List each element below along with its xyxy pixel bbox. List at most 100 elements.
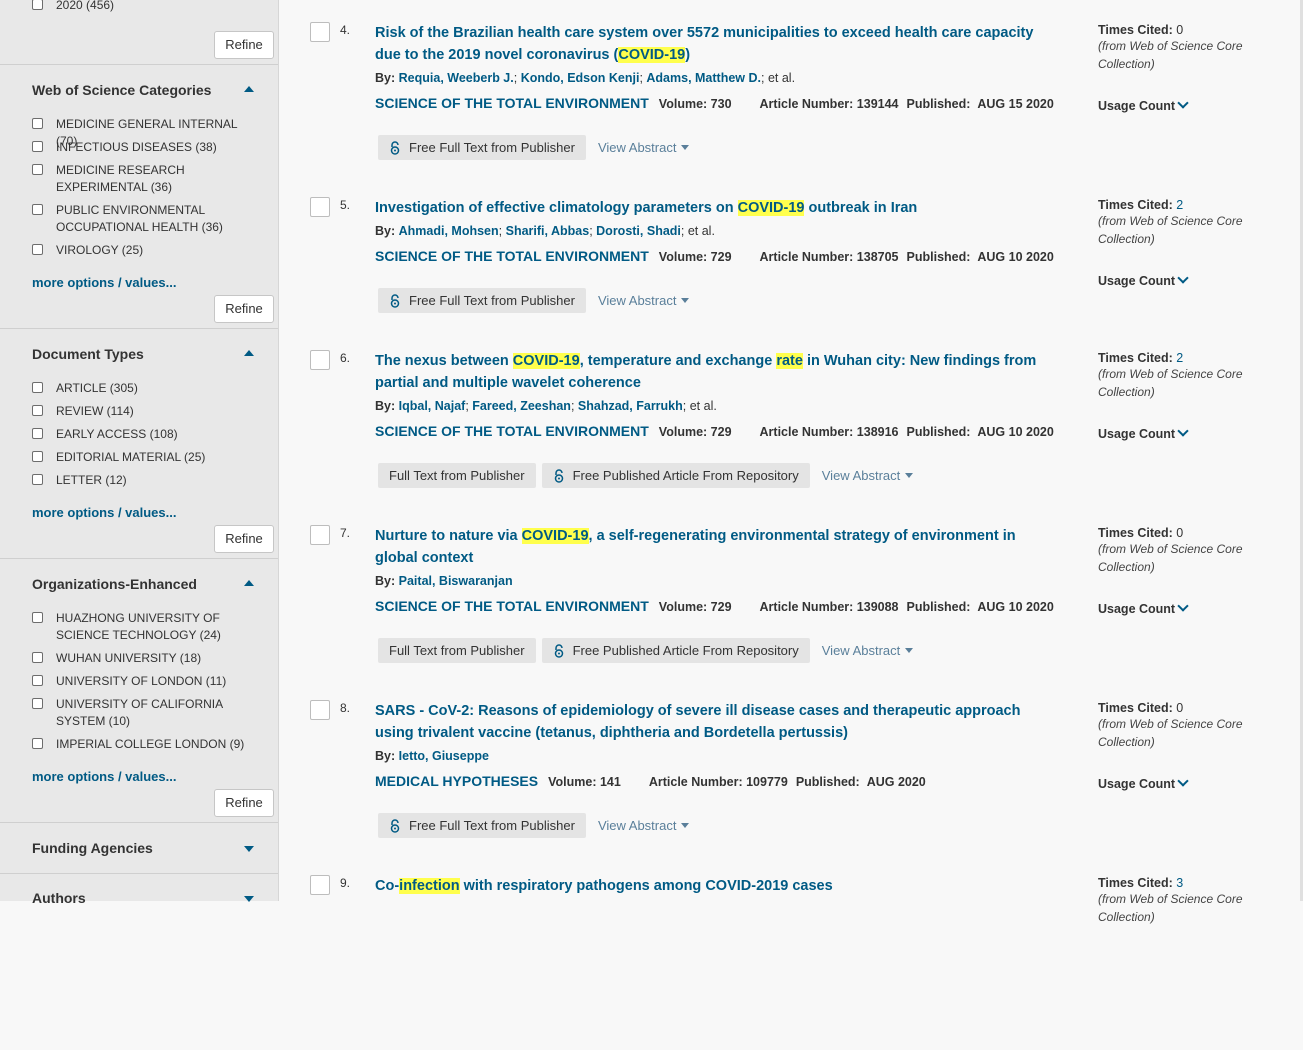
checkbox[interactable] [32,675,43,686]
filter-item[interactable]: MEDICINE RESEARCH EXPERIMENTAL (36) [32,162,272,196]
filter-item[interactable]: EARLY ACCESS (108) [32,426,272,443]
checkbox[interactable] [32,204,43,215]
filter-item[interactable]: WUHAN UNIVERSITY (18) [32,650,272,667]
usage-count-toggle[interactable]: Usage Count [1098,425,1189,441]
view-abstract-toggle[interactable]: View Abstract [598,818,690,833]
checkbox[interactable] [32,0,43,10]
free-full-text-button[interactable]: Free Full Text from Publisher [378,813,586,838]
filter-item[interactable]: UNIVERSITY OF LONDON (11) [32,673,272,690]
cited-source-note: (from Web of Science Core Collection) [1098,542,1243,574]
author-link[interactable]: Paital, Biswaranjan [399,574,513,588]
checkbox[interactable] [32,428,43,439]
checkbox[interactable] [32,612,43,623]
filter-item[interactable]: PUBLIC ENVIRONMENTAL OCCUPATIONAL HEALTH… [32,202,272,236]
expand-caret-icon[interactable] [244,896,254,902]
filter-item[interactable]: UNIVERSITY OF CALIFORNIA SYSTEM (10) [32,696,272,730]
author-link[interactable]: Dorosti, Shadi [596,224,681,238]
collapse-caret-icon[interactable] [244,580,254,586]
journal-link[interactable]: SCIENCE OF THE TOTAL ENVIRONMENT [375,95,649,111]
author-link[interactable]: Requia, Weeberb J. [399,71,514,85]
refine-button[interactable]: Refine [214,31,274,59]
record-title-link[interactable]: Nurture to nature via COVID-19, a self-r… [375,525,1055,569]
checkbox[interactable] [32,244,43,255]
checkbox[interactable] [32,474,43,485]
record-checkbox[interactable] [310,875,330,895]
filter-item[interactable]: LETTER (12) [32,472,272,489]
filter-item-year[interactable]: 2020 (456) [32,0,272,14]
author-link[interactable]: Shahzad, Farrukh [578,399,683,413]
times-cited-value[interactable]: 3 [1176,876,1183,890]
filter-item[interactable]: ARTICLE (305) [32,380,272,397]
author-link[interactable]: Ahmadi, Mohsen [399,224,499,238]
author-link[interactable]: Adams, Matthew D. [646,71,761,85]
filter-item[interactable]: VIROLOGY (25) [32,242,272,259]
journal-link[interactable]: SCIENCE OF THE TOTAL ENVIRONMENT [375,423,649,439]
record-checkbox[interactable] [310,525,330,545]
collapse-caret-icon[interactable] [244,350,254,356]
journal-link[interactable]: SCIENCE OF THE TOTAL ENVIRONMENT [375,248,649,264]
chevron-down-icon [1177,600,1189,612]
author-link[interactable]: Sharifi, Abbas [506,224,590,238]
published-label: Published: [906,425,971,439]
collapse-caret-icon[interactable] [244,86,254,92]
journal-link[interactable]: MEDICAL HYPOTHESES [375,773,538,789]
usage-count-toggle[interactable]: Usage Count [1098,97,1189,113]
free-repo-button[interactable]: Free Published Article From Repository [541,638,810,663]
filter-item[interactable]: HUAZHONG UNIVERSITY OF SCIENCE TECHNOLOG… [32,610,272,644]
full-text-button[interactable]: Full Text from Publisher [378,463,536,488]
journal-link[interactable]: SCIENCE OF THE TOTAL ENVIRONMENT [375,598,649,614]
panel-title-authors[interactable]: Authors [32,890,86,906]
view-abstract-toggle[interactable]: View Abstract [822,468,914,483]
usage-count-toggle[interactable]: Usage Count [1098,600,1189,616]
more-options-link[interactable]: more options / values... [32,769,176,784]
record-title-link[interactable]: The nexus between COVID-19, temperature … [375,350,1055,394]
author-link[interactable]: Ietto, Giuseppe [399,749,489,763]
full-text-button[interactable]: Full Text from Publisher [378,638,536,663]
author-link[interactable]: Kondo, Edson Kenji [521,71,640,85]
checkbox[interactable] [32,382,43,393]
panel-title-funding[interactable]: Funding Agencies [32,840,153,856]
checkbox[interactable] [32,141,43,152]
checkbox[interactable] [32,405,43,416]
checkbox[interactable] [32,738,43,749]
refine-button[interactable]: Refine [214,295,274,323]
expand-caret-icon[interactable] [244,846,254,852]
record-title-link[interactable]: Risk of the Brazilian health care system… [375,22,1055,66]
published-value: AUG 10 2020 [977,425,1054,439]
free-repo-button[interactable]: Free Published Article From Repository [541,463,810,488]
author-link[interactable]: Iqbal, Najaf [399,399,466,413]
more-options-link[interactable]: more options / values... [32,505,176,520]
checkbox[interactable] [32,118,43,129]
refine-button[interactable]: Refine [214,789,274,817]
checkbox[interactable] [32,164,43,175]
free-full-text-button[interactable]: Free Full Text from Publisher [378,135,586,160]
record-authors: By: Requia, Weeberb J.; Kondo, Edson Ken… [375,71,796,85]
record-title-link[interactable]: Co-infection with respiratory pathogens … [375,875,1055,897]
filter-item[interactable]: EDITORIAL MATERIAL (25) [32,449,272,466]
times-cited-value[interactable]: 2 [1176,351,1183,365]
filter-item[interactable]: REVIEW (114) [32,403,272,420]
free-full-text-button[interactable]: Free Full Text from Publisher [378,288,586,313]
filter-item[interactable]: INFECTIOUS DISEASES (38) [32,139,272,156]
refine-button[interactable]: Refine [214,525,274,553]
record-title-link[interactable]: SARS - CoV-2: Reasons of epidemiology of… [375,700,1055,744]
highlighted-term: infection [399,878,460,894]
record-checkbox[interactable] [310,350,330,370]
record-title-link[interactable]: Investigation of effective climatology p… [375,197,1055,219]
usage-count-toggle[interactable]: Usage Count [1098,272,1189,288]
checkbox[interactable] [32,451,43,462]
record-checkbox[interactable] [310,700,330,720]
usage-count-toggle[interactable]: Usage Count [1098,775,1189,791]
record-checkbox[interactable] [310,197,330,217]
more-options-link[interactable]: more options / values... [32,275,176,290]
times-cited-value: 0 [1176,701,1184,715]
filter-item[interactable]: IMPERIAL COLLEGE LONDON (9) [32,736,272,753]
view-abstract-toggle[interactable]: View Abstract [598,293,690,308]
view-abstract-toggle[interactable]: View Abstract [822,643,914,658]
author-link[interactable]: Fareed, Zeeshan [472,399,571,413]
checkbox[interactable] [32,698,43,709]
record-checkbox[interactable] [310,22,330,42]
view-abstract-toggle[interactable]: View Abstract [598,140,690,155]
checkbox[interactable] [32,652,43,663]
times-cited-value[interactable]: 2 [1176,198,1183,212]
